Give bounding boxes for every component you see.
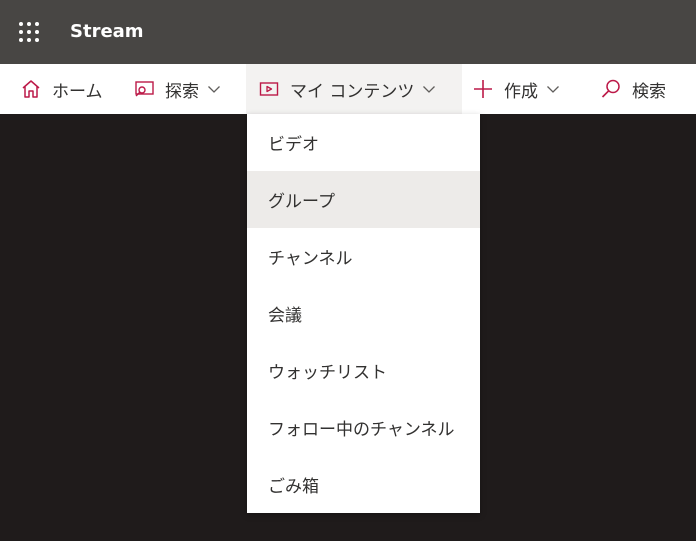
- nav-search-label: 検索: [632, 81, 666, 102]
- video-icon: [258, 78, 280, 100]
- explore-icon: [133, 78, 155, 100]
- nav-create-button[interactable]: 作成: [472, 64, 560, 114]
- nav-home-label: ホーム: [52, 81, 103, 102]
- menu-item-watchlist[interactable]: ウォッチリスト: [247, 342, 480, 399]
- menu-item-groups[interactable]: グループ: [247, 171, 480, 228]
- menu-item-videos[interactable]: ビデオ: [247, 114, 480, 171]
- suite-header: Stream: [0, 0, 696, 64]
- home-icon: [20, 78, 42, 100]
- plus-icon: [472, 78, 494, 100]
- command-bar: ホーム 探索 マイ コンテンツ 作成 検索: [0, 64, 696, 114]
- nav-home-button[interactable]: ホーム: [20, 64, 103, 114]
- chevron-down-icon: [422, 82, 436, 96]
- menu-item-recycle-bin[interactable]: ごみ箱: [247, 456, 480, 513]
- nav-explore-button[interactable]: 探索: [133, 64, 221, 114]
- chevron-down-icon: [207, 82, 221, 96]
- app-launcher-icon[interactable]: [17, 20, 41, 44]
- menu-item-meetings[interactable]: 会議: [247, 285, 480, 342]
- chevron-down-icon: [546, 82, 560, 96]
- app-title[interactable]: Stream: [70, 20, 144, 44]
- nav-search-button[interactable]: 検索: [600, 64, 666, 114]
- nav-explore-label: 探索: [165, 81, 199, 102]
- search-icon: [600, 78, 622, 100]
- nav-my-content-label: マイ コンテンツ: [290, 81, 415, 102]
- stream-app: Stream ホーム 探索 マイ コンテンツ 作成 検索 ビデオ グループ チャ…: [0, 0, 696, 541]
- nav-create-label: 作成: [504, 81, 538, 102]
- menu-item-channels[interactable]: チャンネル: [247, 228, 480, 285]
- nav-my-content-button[interactable]: マイ コンテンツ: [246, 64, 462, 114]
- my-content-dropdown-menu: ビデオ グループ チャンネル 会議 ウォッチリスト フォロー中のチャンネル ごみ…: [247, 114, 480, 513]
- menu-item-followed-channels[interactable]: フォロー中のチャンネル: [247, 399, 480, 456]
